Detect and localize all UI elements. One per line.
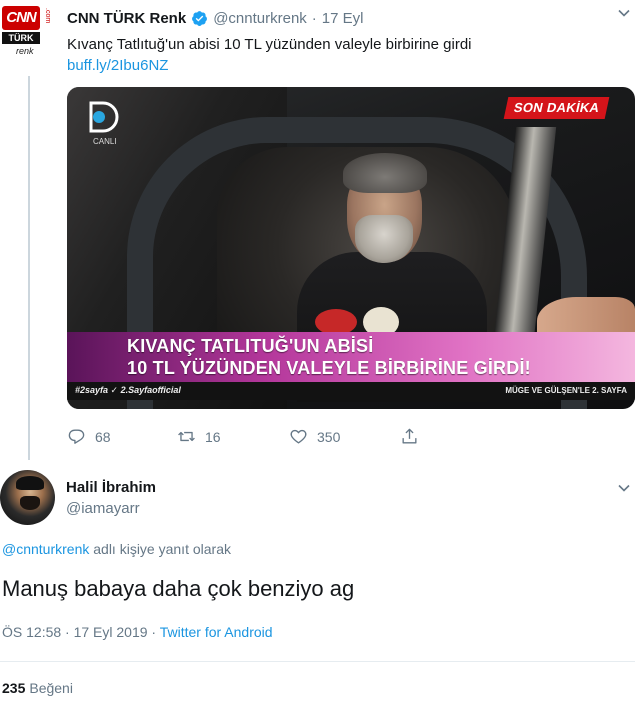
reply-button[interactable]: 68 — [67, 427, 111, 446]
like-count: 350 — [317, 428, 341, 445]
author-name[interactable]: CNN TÜRK Renk — [67, 10, 186, 27]
tweet-text: Kıvanç Tatlıtuğ'un abisi 10 TL yüzünden … — [67, 36, 472, 53]
thread-line — [28, 76, 30, 460]
cnn-turk-avatar[interactable]: CNN TÜRK renk .com — [2, 6, 52, 62]
person-beard — [355, 215, 413, 263]
reply-text: Manuş babaya daha çok benziyo ag — [2, 576, 355, 601]
breaking-news-label: SON DAKİKA — [503, 97, 610, 119]
like-icon — [290, 429, 307, 444]
divider — [0, 661, 635, 662]
turk-logo-text: TÜRK — [2, 32, 40, 44]
verified-badge-icon — [192, 10, 208, 26]
program-name: MÜGE VE GÜLŞEN'LE 2. SAYFA — [505, 386, 627, 395]
reply-likes[interactable]: 235 Beğeni — [2, 680, 73, 696]
banner-headline-line1: KIVANÇ TATLITUĞ'UN ABİSİ — [127, 336, 374, 356]
avatar-hair — [16, 476, 44, 490]
banner-headline-line2: 10 TL YÜZÜNDEN VALEYLE BİRBİRİNE GİRDİ! — [127, 358, 531, 378]
reply-timestamp[interactable]: ÖS 12:58 · 17 Eyl 2019 · — [2, 624, 160, 640]
share-button[interactable] — [400, 427, 428, 446]
reply-meta: ÖS 12:58 · 17 Eyl 2019 · Twitter for And… — [2, 624, 273, 640]
tweet-header: CNN TÜRK Renk @cnnturkrenk · 17 Eyl — [67, 8, 364, 28]
separator-dot: · — [311, 9, 317, 27]
reply-count: 68 — [95, 428, 111, 445]
author-handle[interactable]: @cnnturkrenk — [213, 10, 307, 27]
chevron-down-icon[interactable] — [617, 481, 631, 495]
kanal-d-logo-icon — [89, 101, 119, 133]
tweet-link[interactable]: buff.ly/2Ibu6NZ — [67, 55, 168, 76]
avatar-beard — [20, 496, 40, 510]
share-icon — [402, 428, 417, 444]
reply-author-name[interactable]: Halil İbrahim — [66, 479, 156, 496]
person-hair — [343, 153, 427, 193]
tweet-action-bar: 68 16 350 — [67, 427, 447, 449]
replying-to-suffix: adlı kişiye yanıt olarak — [89, 541, 231, 557]
retweet-count: 16 — [205, 428, 221, 445]
reply-likes-label: Beğeni — [29, 680, 73, 696]
retweet-button[interactable]: 16 — [177, 427, 221, 446]
replying-to-mention[interactable]: @cnnturkrenk — [2, 541, 89, 557]
reply-author-handle[interactable]: @iamayarr — [66, 500, 140, 517]
tweet-date[interactable]: 17 Eyl — [322, 10, 364, 27]
reply-likes-count: 235 — [2, 680, 26, 696]
chevron-down-icon[interactable] — [617, 6, 631, 20]
tweet-media-image[interactable]: CANLI SON DAKİKA KIVANÇ TATLITUĞ'UN ABİS… — [67, 87, 635, 409]
reply-source-link[interactable]: Twitter for Android — [160, 624, 273, 640]
news-banner: KIVANÇ TATLITUĞ'UN ABİSİ 10 TL YÜZÜNDEN … — [67, 332, 635, 382]
renk-logo-text: renk — [16, 46, 34, 56]
dotcom-logo-text: .com — [44, 8, 51, 24]
cnn-logo-text: CNN — [2, 6, 40, 30]
live-caption: CANLI — [93, 137, 117, 146]
reply-icon — [68, 429, 85, 444]
program-hashtag: #2sayfa ✓ 2.Sayfaofficial — [75, 385, 181, 395]
replying-to: @cnnturkrenk adlı kişiye yanıt olarak — [2, 541, 231, 557]
program-strip: #2sayfa ✓ 2.Sayfaofficial MÜGE VE GÜLŞEN… — [67, 382, 635, 400]
like-button[interactable]: 350 — [289, 427, 340, 446]
retweet-icon — [178, 431, 195, 442]
reply-author-avatar[interactable] — [0, 470, 55, 525]
